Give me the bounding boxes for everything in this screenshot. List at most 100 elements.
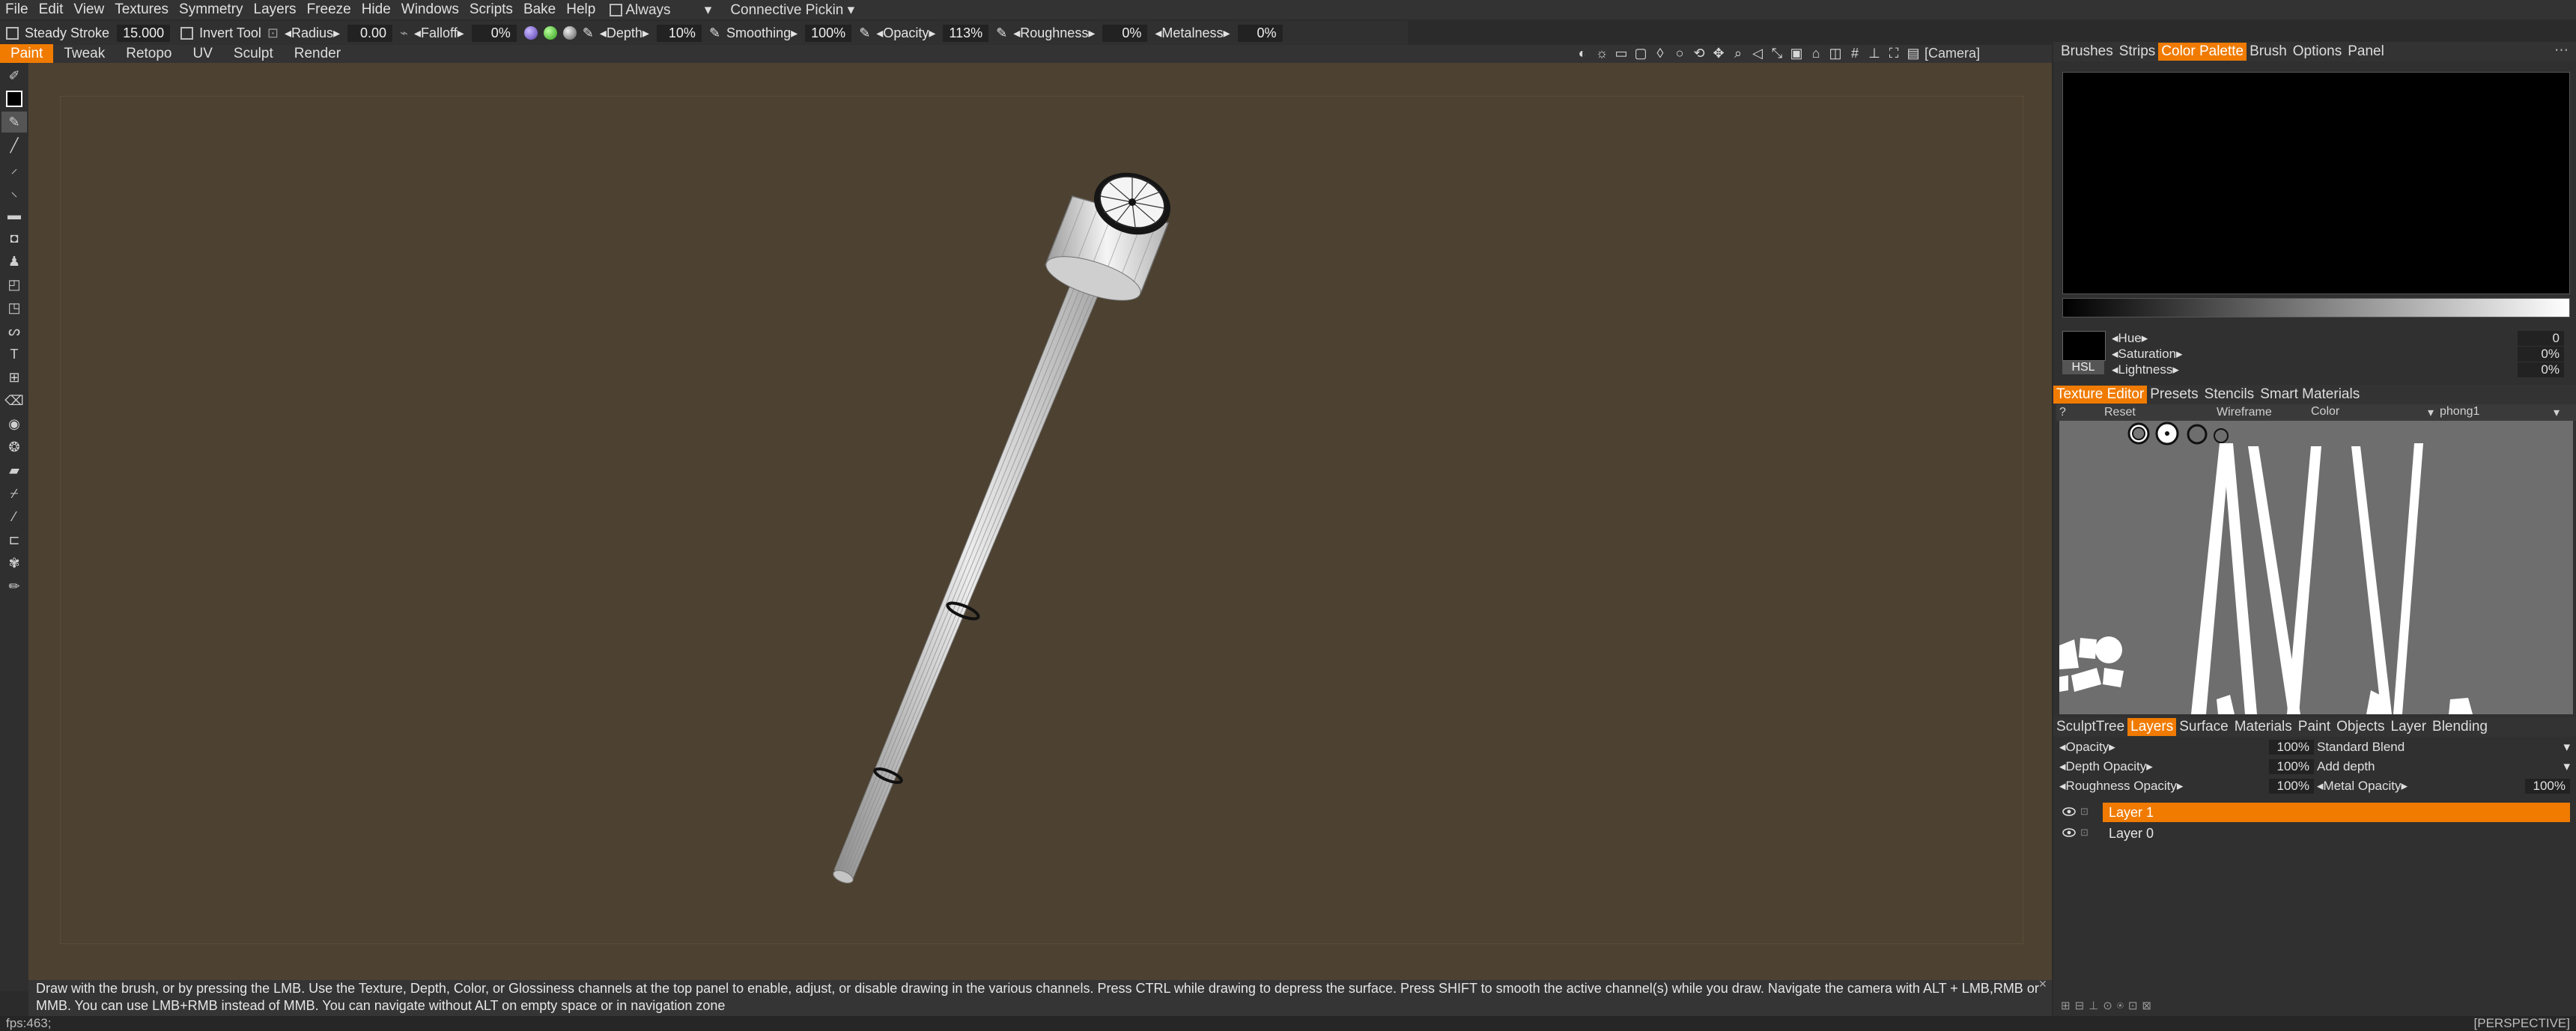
menu-bake[interactable]: Bake: [518, 1, 561, 18]
tab-blending[interactable]: Blending: [2429, 718, 2491, 736]
panel-menu-icon[interactable]: ⋯: [2554, 42, 2569, 59]
contrast-icon[interactable]: ◐: [1574, 45, 1591, 61]
pencil-icon[interactable]: ✎: [856, 25, 873, 41]
lightness-value[interactable]: 0%: [2518, 362, 2564, 377]
line-tool-icon[interactable]: ╱: [1, 135, 27, 156]
tab-sculpttree[interactable]: SculptTree: [2053, 718, 2127, 736]
help-button[interactable]: ?: [2056, 406, 2104, 419]
picker-icon[interactable]: ⌿: [1, 483, 27, 504]
radius-field[interactable]: 0.00: [347, 24, 393, 42]
frame-icon[interactable]: ▭: [1613, 45, 1629, 61]
depth-opacity-slider[interactable]: ◂Depth Opacity▸: [2059, 759, 2153, 773]
knife-icon[interactable]: ⁄: [1, 506, 27, 527]
clone-icon[interactable]: ◰: [1, 274, 27, 295]
color-channel-icon[interactable]: [543, 26, 557, 40]
menu-freeze[interactable]: Freeze: [302, 1, 356, 18]
smoothing-field[interactable]: 100%: [805, 24, 852, 42]
eraser-icon[interactable]: ⌫: [1, 390, 27, 411]
circle-icon[interactable]: ○: [1671, 45, 1688, 61]
connective-dropdown[interactable]: Connective Pickin ▾: [730, 1, 854, 19]
gloss-channel-icon[interactable]: [562, 26, 577, 40]
butterfly-icon[interactable]: ✾: [1, 553, 27, 574]
tab-uv[interactable]: UV: [183, 44, 223, 64]
always-dropdown[interactable]: Always ▾: [625, 1, 715, 19]
tab-layers[interactable]: Layers: [2127, 718, 2177, 736]
tab-strips[interactable]: Strips: [2116, 43, 2159, 61]
current-color-swatch[interactable]: [2062, 331, 2106, 361]
metalness-field[interactable]: 0%: [1237, 24, 1283, 42]
layer-row[interactable]: ⊡ Layer 1: [2059, 803, 2570, 822]
airbrush-icon[interactable]: ⸝: [1, 158, 27, 179]
copy-layer-icon[interactable]: ⊡: [2128, 1000, 2142, 1012]
tab-panel[interactable]: Panel: [2345, 43, 2387, 61]
tab-layer[interactable]: Layer: [2388, 718, 2430, 736]
tab-objects[interactable]: Objects: [2333, 718, 2387, 736]
link-icon[interactable]: ⌁: [397, 25, 411, 41]
pencil-icon[interactable]: ✎: [580, 25, 597, 41]
color-swatch-icon[interactable]: [1, 88, 27, 109]
tab-tweak[interactable]: Tweak: [53, 44, 115, 64]
invert-tool-checkbox[interactable]: [180, 26, 194, 40]
tab-presets[interactable]: Presets: [2147, 386, 2201, 404]
menu-file[interactable]: File: [0, 1, 34, 18]
lock-icon[interactable]: ⊡: [264, 25, 282, 41]
eye-icon[interactable]: [2062, 827, 2076, 838]
resize-icon[interactable]: ⤡: [1769, 45, 1785, 61]
move-icon[interactable]: ✥: [1710, 45, 1727, 61]
uv-texture-canvas[interactable]: [2059, 421, 2573, 714]
menu-layers[interactable]: Layers: [249, 1, 302, 18]
fullscreen-icon[interactable]: ⛶: [1886, 45, 1902, 61]
paint-tool-icon[interactable]: ✎: [1, 112, 27, 133]
lock-icon[interactable]: ⊡: [2080, 827, 2089, 839]
blend-mode-dropdown[interactable]: Standard Blend ▾: [2317, 740, 2570, 755]
tab-color-palette[interactable]: Color Palette: [2158, 43, 2247, 61]
lightness-row[interactable]: ◂Lightness▸ 0%: [2112, 362, 2569, 377]
wireframe-toggle[interactable]: Wireframe: [2217, 406, 2311, 419]
new-layer-icon[interactable]: ⊞: [2061, 1000, 2075, 1012]
ruler-icon[interactable]: ⊏: [1, 529, 27, 550]
falloff-field[interactable]: 0%: [471, 24, 517, 42]
spray-icon[interactable]: ◘: [1, 228, 27, 249]
fill-icon[interactable]: ▬: [1, 204, 27, 225]
lock-icon[interactable]: ⊡: [2080, 806, 2089, 818]
roughness-field[interactable]: 0%: [1102, 24, 1148, 42]
tab-sculpt[interactable]: Sculpt: [223, 44, 284, 64]
camera-dropdown[interactable]: [Camera]: [1925, 45, 1980, 61]
layer-opacity-value[interactable]: 100%: [2269, 740, 2314, 755]
box-icon[interactable]: ◫: [1827, 45, 1844, 61]
grid-icon[interactable]: #: [1847, 45, 1863, 61]
layer-opacity-slider[interactable]: ◂Opacity▸: [2059, 740, 2115, 754]
viewport-3d[interactable]: [28, 63, 2052, 980]
steady-stroke-checkbox[interactable]: [6, 26, 19, 40]
close-hint-icon[interactable]: ✕: [2038, 978, 2047, 991]
pencil-icon[interactable]: ✎: [706, 25, 723, 41]
pencil-icon[interactable]: ✎: [993, 25, 1010, 41]
sun-icon[interactable]: ☼: [1594, 45, 1610, 61]
channel-dropdown[interactable]: Color ▾: [2311, 405, 2434, 420]
roughness-opacity-slider[interactable]: ◂Roughness Opacity▸: [2059, 779, 2183, 793]
adjust-layer-icon[interactable]: ⍟: [2117, 1000, 2128, 1012]
opacity-field[interactable]: 113%: [943, 24, 989, 42]
always-checkbox[interactable]: [610, 3, 623, 16]
metal-opacity-value[interactable]: 100%: [2525, 779, 2570, 794]
back-icon[interactable]: ◁: [1749, 45, 1766, 61]
tab-stencils[interactable]: Stencils: [2202, 386, 2258, 404]
metal-opacity-slider[interactable]: ◂Metal Opacity▸: [2317, 779, 2408, 794]
droplet-icon[interactable]: ◊: [1652, 45, 1668, 61]
tab-materials[interactable]: Materials: [2232, 718, 2295, 736]
eye-icon[interactable]: [2062, 806, 2076, 817]
camera-icon[interactable]: ▤: [1905, 45, 1922, 61]
menu-textures[interactable]: Textures: [109, 1, 174, 18]
tab-retopo[interactable]: Retopo: [115, 44, 182, 64]
axis-icon[interactable]: ⊥: [1866, 45, 1883, 61]
menu-hide[interactable]: Hide: [356, 1, 396, 18]
depth-channel-icon[interactable]: [523, 26, 538, 40]
zoom-icon[interactable]: ⌕: [1730, 45, 1746, 61]
depth-slider[interactable]: ◂Depth▸: [597, 25, 652, 41]
curve-icon[interactable]: ᔕ: [1, 320, 27, 341]
tab-surface[interactable]: Surface: [2176, 718, 2231, 736]
hue-row[interactable]: ◂Hue▸ 0: [2112, 331, 2569, 346]
tab-render[interactable]: Render: [284, 44, 351, 64]
tab-brush[interactable]: Brush: [2247, 43, 2290, 61]
text-tool-icon[interactable]: T: [1, 344, 27, 365]
